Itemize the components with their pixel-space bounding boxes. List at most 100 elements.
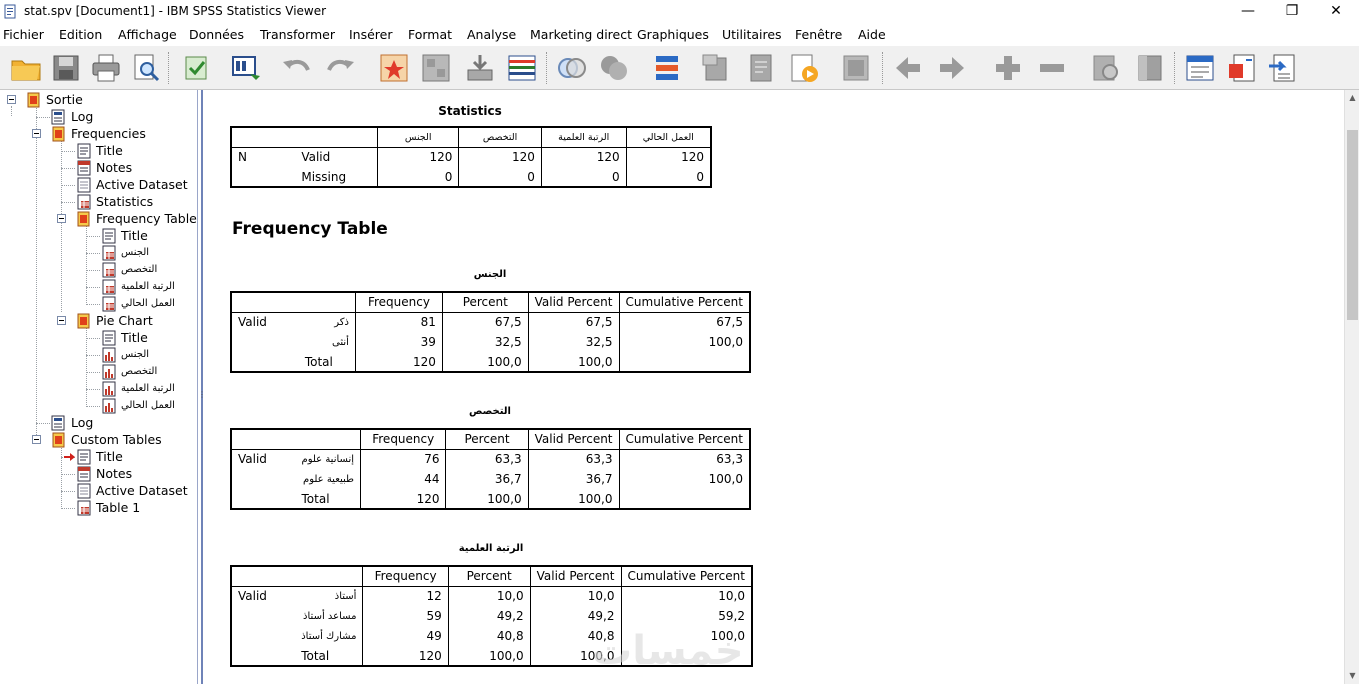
table-cell: 100,0 — [445, 489, 529, 509]
header-cell-empty — [231, 292, 299, 313]
scroll-down-arrow-icon[interactable]: ▼ — [1345, 668, 1359, 684]
column-header: Cumulative Percent — [620, 566, 752, 587]
tree-connector — [61, 168, 75, 169]
table-cell: 10,0 — [447, 586, 531, 606]
freq-table-gender[interactable]: Frequency Percent Valid Percent Cumulati… — [230, 291, 751, 373]
column-header: Valid Percent — [527, 292, 619, 313]
toolbar-separator — [168, 52, 169, 84]
menu-donnees[interactable]: Données — [189, 27, 244, 42]
pivot-table-icon — [102, 296, 116, 312]
undo-icon[interactable] — [280, 52, 312, 84]
tree-node-label: العمل الحالي — [121, 400, 175, 411]
export-icon[interactable] — [180, 52, 212, 84]
minimize-button[interactable]: — — [1225, 0, 1271, 24]
table-cell: 59,2 — [620, 606, 752, 626]
header-cell-empty — [298, 292, 356, 313]
value-labels-icon[interactable] — [650, 52, 682, 84]
table-row: طبيعية علوم 44 36,7 36,7 100,0 — [231, 469, 750, 489]
table-header-row: Frequency Percent Valid Percent Cumulati… — [231, 429, 750, 450]
table-cell: 32,5 — [527, 332, 619, 352]
variables-icon[interactable] — [506, 52, 538, 84]
tree-node-label: الجنس — [121, 349, 150, 360]
title-page-icon — [102, 330, 116, 346]
collapse-minus-icon[interactable] — [1036, 52, 1068, 84]
tree-collapse-toggle[interactable] — [32, 129, 41, 138]
select-cases-icon[interactable] — [556, 52, 588, 84]
total-label: Total — [301, 648, 330, 663]
arrow-right-icon[interactable] — [936, 52, 968, 84]
insert-cases-icon[interactable] — [464, 52, 496, 84]
table-cell: 63,3 — [618, 449, 750, 469]
print-preview-icon[interactable] — [130, 52, 162, 84]
table-cell: 40,8 — [447, 626, 531, 646]
menu-fichier[interactable]: Fichier — [3, 27, 44, 42]
tree-connector — [61, 151, 75, 152]
expand-plus-icon[interactable] — [992, 52, 1024, 84]
hide-icon[interactable] — [1134, 52, 1166, 84]
weight-cases-icon[interactable] — [598, 52, 630, 84]
menu-format[interactable]: Format — [408, 27, 452, 42]
insert-heading-icon[interactable] — [1184, 52, 1216, 84]
goto-case-icon[interactable] — [378, 52, 410, 84]
freq-table-title: الجنس — [473, 269, 507, 280]
menu-marketing-direct[interactable]: Marketing direct — [530, 27, 632, 42]
close-button[interactable]: ✕ — [1313, 0, 1359, 24]
arrow-left-icon[interactable] — [892, 52, 924, 84]
insert-title-icon[interactable] — [1226, 52, 1258, 84]
menu-analyse[interactable]: Analyse — [467, 27, 516, 42]
tree-connector — [36, 117, 50, 118]
tree-connector — [61, 491, 75, 492]
row-label-empty — [231, 352, 299, 372]
pivot-table-icon — [102, 245, 116, 261]
statistics-table[interactable]: الجنس التخصص الرتبة العلمية العمل الحالي… — [230, 126, 712, 188]
menu-aide[interactable]: Aide — [858, 27, 886, 42]
toolbar-separator — [1174, 52, 1175, 84]
create-edit-autoscript-icon[interactable] — [840, 52, 872, 84]
table-cell: 120 — [540, 147, 627, 167]
show-icon[interactable] — [1090, 52, 1122, 84]
column-header: Frequency — [354, 292, 443, 313]
tree-connector — [61, 140, 62, 312]
menu-utilitaires[interactable]: Utilitaires — [722, 27, 782, 42]
menu-edition[interactable]: Edition — [59, 27, 102, 42]
redo-icon[interactable] — [325, 52, 357, 84]
menu-fenetre[interactable]: Fenêtre — [795, 27, 842, 42]
scroll-up-arrow-icon[interactable]: ▲ — [1345, 90, 1359, 106]
tree-node-label: Title — [121, 228, 148, 243]
tree-connector — [86, 406, 100, 407]
tree-collapse-toggle[interactable] — [57, 214, 66, 223]
tree-node-label: Statistics — [96, 194, 154, 209]
notes-table-icon — [77, 466, 91, 482]
restore-button[interactable]: ❐ — [1269, 0, 1315, 24]
tree-connector — [86, 253, 100, 254]
table-header-row: الجنس التخصص الرتبة العلمية العمل الحالي — [231, 127, 711, 148]
goto-variable-icon[interactable] — [420, 52, 452, 84]
tree-collapse-toggle[interactable] — [32, 435, 41, 444]
table-row: Valid أستاذ 12 10,0 10,0 10,0 — [231, 586, 752, 606]
print-icon[interactable] — [90, 52, 122, 84]
column-header: Valid Percent — [527, 429, 620, 450]
table-cell: 120 — [360, 489, 446, 509]
insert-text-icon[interactable] — [1266, 52, 1298, 84]
tree-collapse-toggle[interactable] — [57, 316, 66, 325]
title-page-icon — [102, 228, 116, 244]
menu-graphiques[interactable]: Graphiques — [637, 27, 709, 42]
tree-collapse-toggle[interactable] — [7, 95, 16, 104]
save-icon[interactable] — [50, 52, 82, 84]
frequency-table-heading: Frequency Table — [232, 219, 388, 239]
designate-window-icon[interactable] — [700, 52, 732, 84]
freq-table-specialty[interactable]: Frequency Percent Valid Percent Cumulati… — [230, 428, 751, 510]
menu-affichage[interactable]: Affichage — [118, 27, 177, 42]
log-icon — [51, 415, 65, 431]
scrollbar-thumb[interactable] — [1347, 130, 1358, 320]
output-book-icon — [77, 313, 90, 329]
tree-connector — [86, 338, 100, 339]
show-all-icon[interactable] — [746, 52, 778, 84]
open-folder-icon[interactable] — [10, 52, 42, 84]
menu-inserer[interactable]: Insérer — [349, 27, 393, 42]
menu-transformer[interactable]: Transformer — [260, 27, 335, 42]
run-script-icon[interactable] — [788, 52, 820, 84]
goto-data-icon[interactable] — [230, 52, 262, 84]
table-cell: 0 — [458, 167, 542, 187]
vertical-scrollbar[interactable]: ▲ ▼ — [1344, 90, 1359, 684]
